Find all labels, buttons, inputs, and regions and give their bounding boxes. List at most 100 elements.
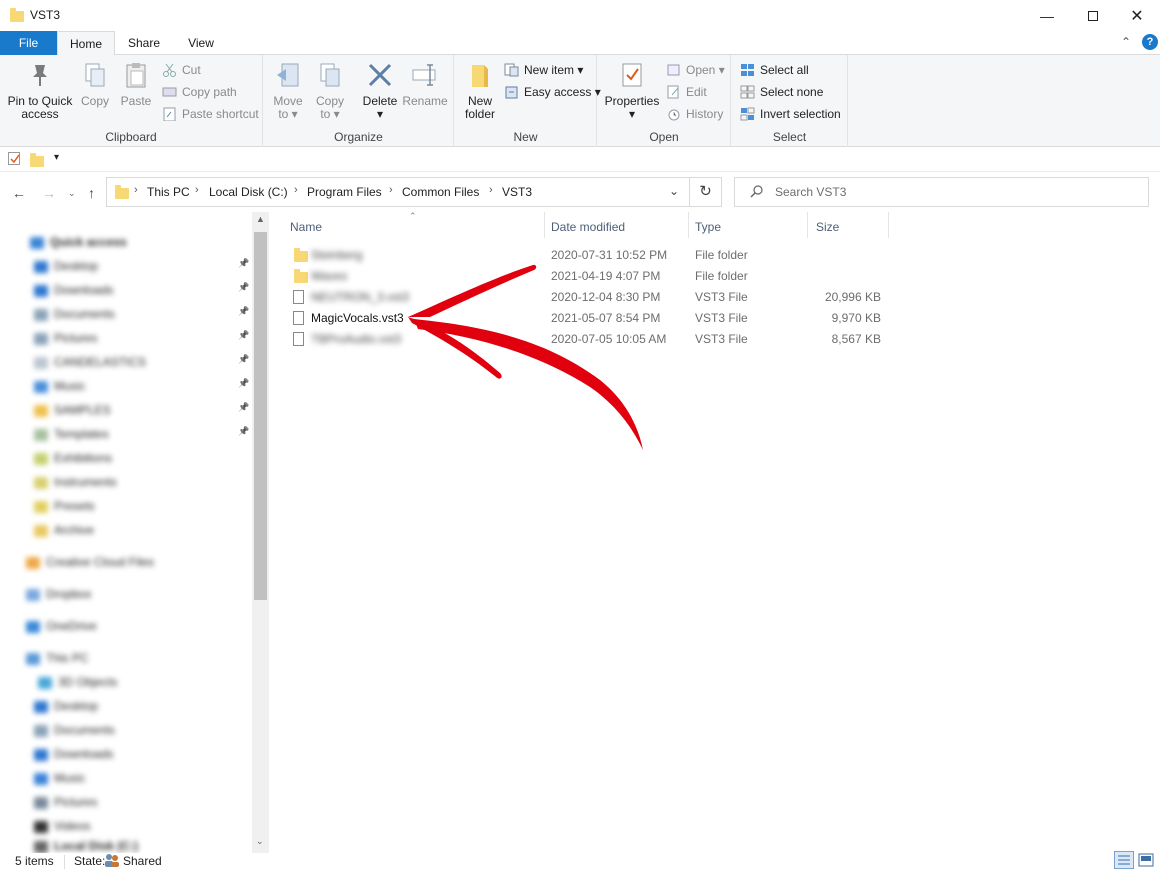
breadcrumb-this-pc[interactable]: This PC (147, 185, 190, 199)
sidebar-item[interactable]: Downloads (34, 280, 113, 300)
copy-path-button[interactable]: Copy path (162, 82, 237, 102)
recent-locations-icon[interactable]: ⌄ (68, 188, 76, 199)
pin-to-quick-access-button[interactable]: Pin to Quick access (4, 61, 76, 121)
tab-share[interactable]: Share (118, 31, 170, 55)
scroll-down-icon[interactable]: ⌄ (256, 836, 264, 847)
sidebar-item-label: Quick access (50, 235, 127, 249)
tab-file[interactable]: File (0, 31, 57, 55)
title-bar: VST3 — ✕ (0, 0, 1160, 31)
sidebar-item[interactable]: Instruments (34, 472, 117, 492)
status-bar: 5 items State: Shared (0, 851, 1160, 873)
sidebar-item-label: Templates (54, 427, 109, 441)
details-view-icon[interactable] (1114, 851, 1134, 869)
sidebar-item[interactable]: Pictures (34, 792, 97, 812)
delete-button[interactable]: Delete ▾ (360, 61, 400, 121)
scroll-up-icon[interactable]: ▲ (256, 214, 265, 224)
move-to-button[interactable]: Move to ▾ (270, 61, 306, 121)
sidebar-item[interactable]: Downloads (34, 744, 113, 764)
history-button[interactable]: History (666, 104, 723, 124)
breadcrumb-local-disk[interactable]: Local Disk (C:) (209, 185, 288, 199)
tab-home[interactable]: Home (57, 31, 115, 56)
help-icon[interactable]: ? (1142, 34, 1158, 50)
sidebar-item[interactable]: Documents (34, 304, 115, 324)
paste-button[interactable]: Paste (118, 61, 154, 108)
large-icons-view-icon[interactable] (1138, 853, 1154, 867)
sidebar-item[interactable]: Music (34, 376, 85, 396)
sidebar-item[interactable]: Quick access (30, 232, 127, 252)
column-divider[interactable] (544, 212, 545, 238)
copy-to-button[interactable]: Copy to ▾ (312, 61, 348, 121)
column-date-modified[interactable]: Date modified (551, 220, 625, 234)
column-divider[interactable] (807, 212, 808, 238)
new-item-button[interactable]: New item ▾ (504, 60, 583, 80)
select-all-button[interactable]: Select all (740, 60, 809, 80)
forward-arrow-icon[interactable]: → (42, 185, 56, 201)
column-size[interactable]: Size (816, 220, 839, 234)
sidebar-item[interactable]: Documents (34, 720, 115, 740)
sidebar-item-icon (34, 308, 48, 321)
sidebar-item[interactable]: Dropbox (26, 584, 91, 604)
column-divider[interactable] (888, 212, 889, 238)
move-to-icon (274, 61, 302, 89)
sidebar-item[interactable]: CANDELASTICS (34, 352, 146, 372)
sidebar-item[interactable]: Templates (34, 424, 109, 444)
sidebar-item[interactable]: Desktop (34, 256, 98, 276)
sidebar-item[interactable]: Music (34, 768, 85, 788)
cut-button[interactable]: Cut (162, 60, 201, 80)
sidebar-item[interactable]: Creative Cloud Files (26, 552, 154, 572)
sidebar-item[interactable]: This PC (26, 648, 89, 668)
copy-button[interactable]: Copy (78, 61, 112, 108)
column-type[interactable]: Type (695, 220, 721, 234)
back-arrow-icon[interactable]: ← (12, 185, 26, 201)
sidebar-item[interactable]: Presets (34, 496, 95, 516)
edit-label: Edit (686, 85, 707, 99)
maximize-button[interactable] (1070, 0, 1116, 31)
easy-access-button[interactable]: Easy access ▾ (504, 82, 601, 102)
file-icon (293, 290, 304, 304)
sidebar-item[interactable]: Desktop (34, 696, 98, 716)
refresh-button[interactable]: ↻ (690, 177, 722, 207)
sidebar-item-icon (38, 676, 52, 689)
sidebar-item[interactable]: Pictures (34, 328, 97, 348)
sidebar-item[interactable]: Local Disk (C:) (34, 836, 138, 853)
invert-selection-icon (740, 107, 755, 121)
address-dropdown-icon[interactable]: ⌄ (669, 184, 679, 198)
address-bar[interactable]: › This PC › Local Disk (C:) › Program Fi… (106, 177, 690, 207)
close-button[interactable]: ✕ (1114, 0, 1160, 31)
breadcrumb-vst3[interactable]: VST3 (502, 185, 532, 199)
up-arrow-icon[interactable]: ↑ (88, 185, 95, 201)
breadcrumb-program-files[interactable]: Program Files (307, 185, 382, 199)
sidebar-item-label: Dropbox (46, 587, 92, 601)
sidebar-item[interactable]: 3D Objects (38, 672, 117, 692)
minimize-button[interactable]: — (1024, 0, 1070, 31)
new-folder-qat-icon[interactable] (30, 153, 44, 167)
invert-selection-button[interactable]: Invert selection (740, 104, 841, 124)
collapse-ribbon-icon[interactable]: ⌃ (1121, 35, 1131, 49)
rename-button[interactable]: Rename (402, 61, 448, 108)
sidebar-item[interactable]: Videos (34, 816, 90, 836)
edit-button[interactable]: Edit (666, 82, 707, 102)
sidebar-item-label: Instruments (54, 475, 117, 489)
new-folder-button[interactable]: New folder (459, 61, 501, 121)
column-name[interactable]: Name (290, 220, 322, 234)
easy-access-icon (504, 85, 519, 99)
sidebar-item-icon (34, 796, 48, 809)
search-box[interactable]: Search VST3 (734, 177, 1149, 207)
refresh-icon: ↻ (699, 183, 712, 200)
sidebar-item[interactable]: Archive (34, 520, 94, 540)
paste-icon (122, 61, 150, 89)
pin-icon: 📌 (238, 258, 250, 268)
sidebar-item[interactable]: SAMPLES (34, 400, 111, 420)
scrollbar-thumb[interactable] (254, 232, 267, 600)
sidebar-item[interactable]: Exhibitions (34, 448, 112, 468)
paste-shortcut-button[interactable]: Paste shortcut (162, 104, 259, 124)
sidebar-item[interactable]: OneDrive (26, 616, 97, 636)
column-divider[interactable] (688, 212, 689, 238)
properties-button[interactable]: Properties ▾ (602, 61, 662, 121)
open-button[interactable]: Open ▾ (666, 60, 725, 80)
tab-view[interactable]: View (176, 31, 226, 55)
customize-qat-icon[interactable]: ▾ (54, 152, 59, 163)
select-none-button[interactable]: Select none (740, 82, 823, 102)
properties-check-icon[interactable] (8, 152, 20, 165)
breadcrumb-common-files[interactable]: Common Files (402, 185, 479, 199)
